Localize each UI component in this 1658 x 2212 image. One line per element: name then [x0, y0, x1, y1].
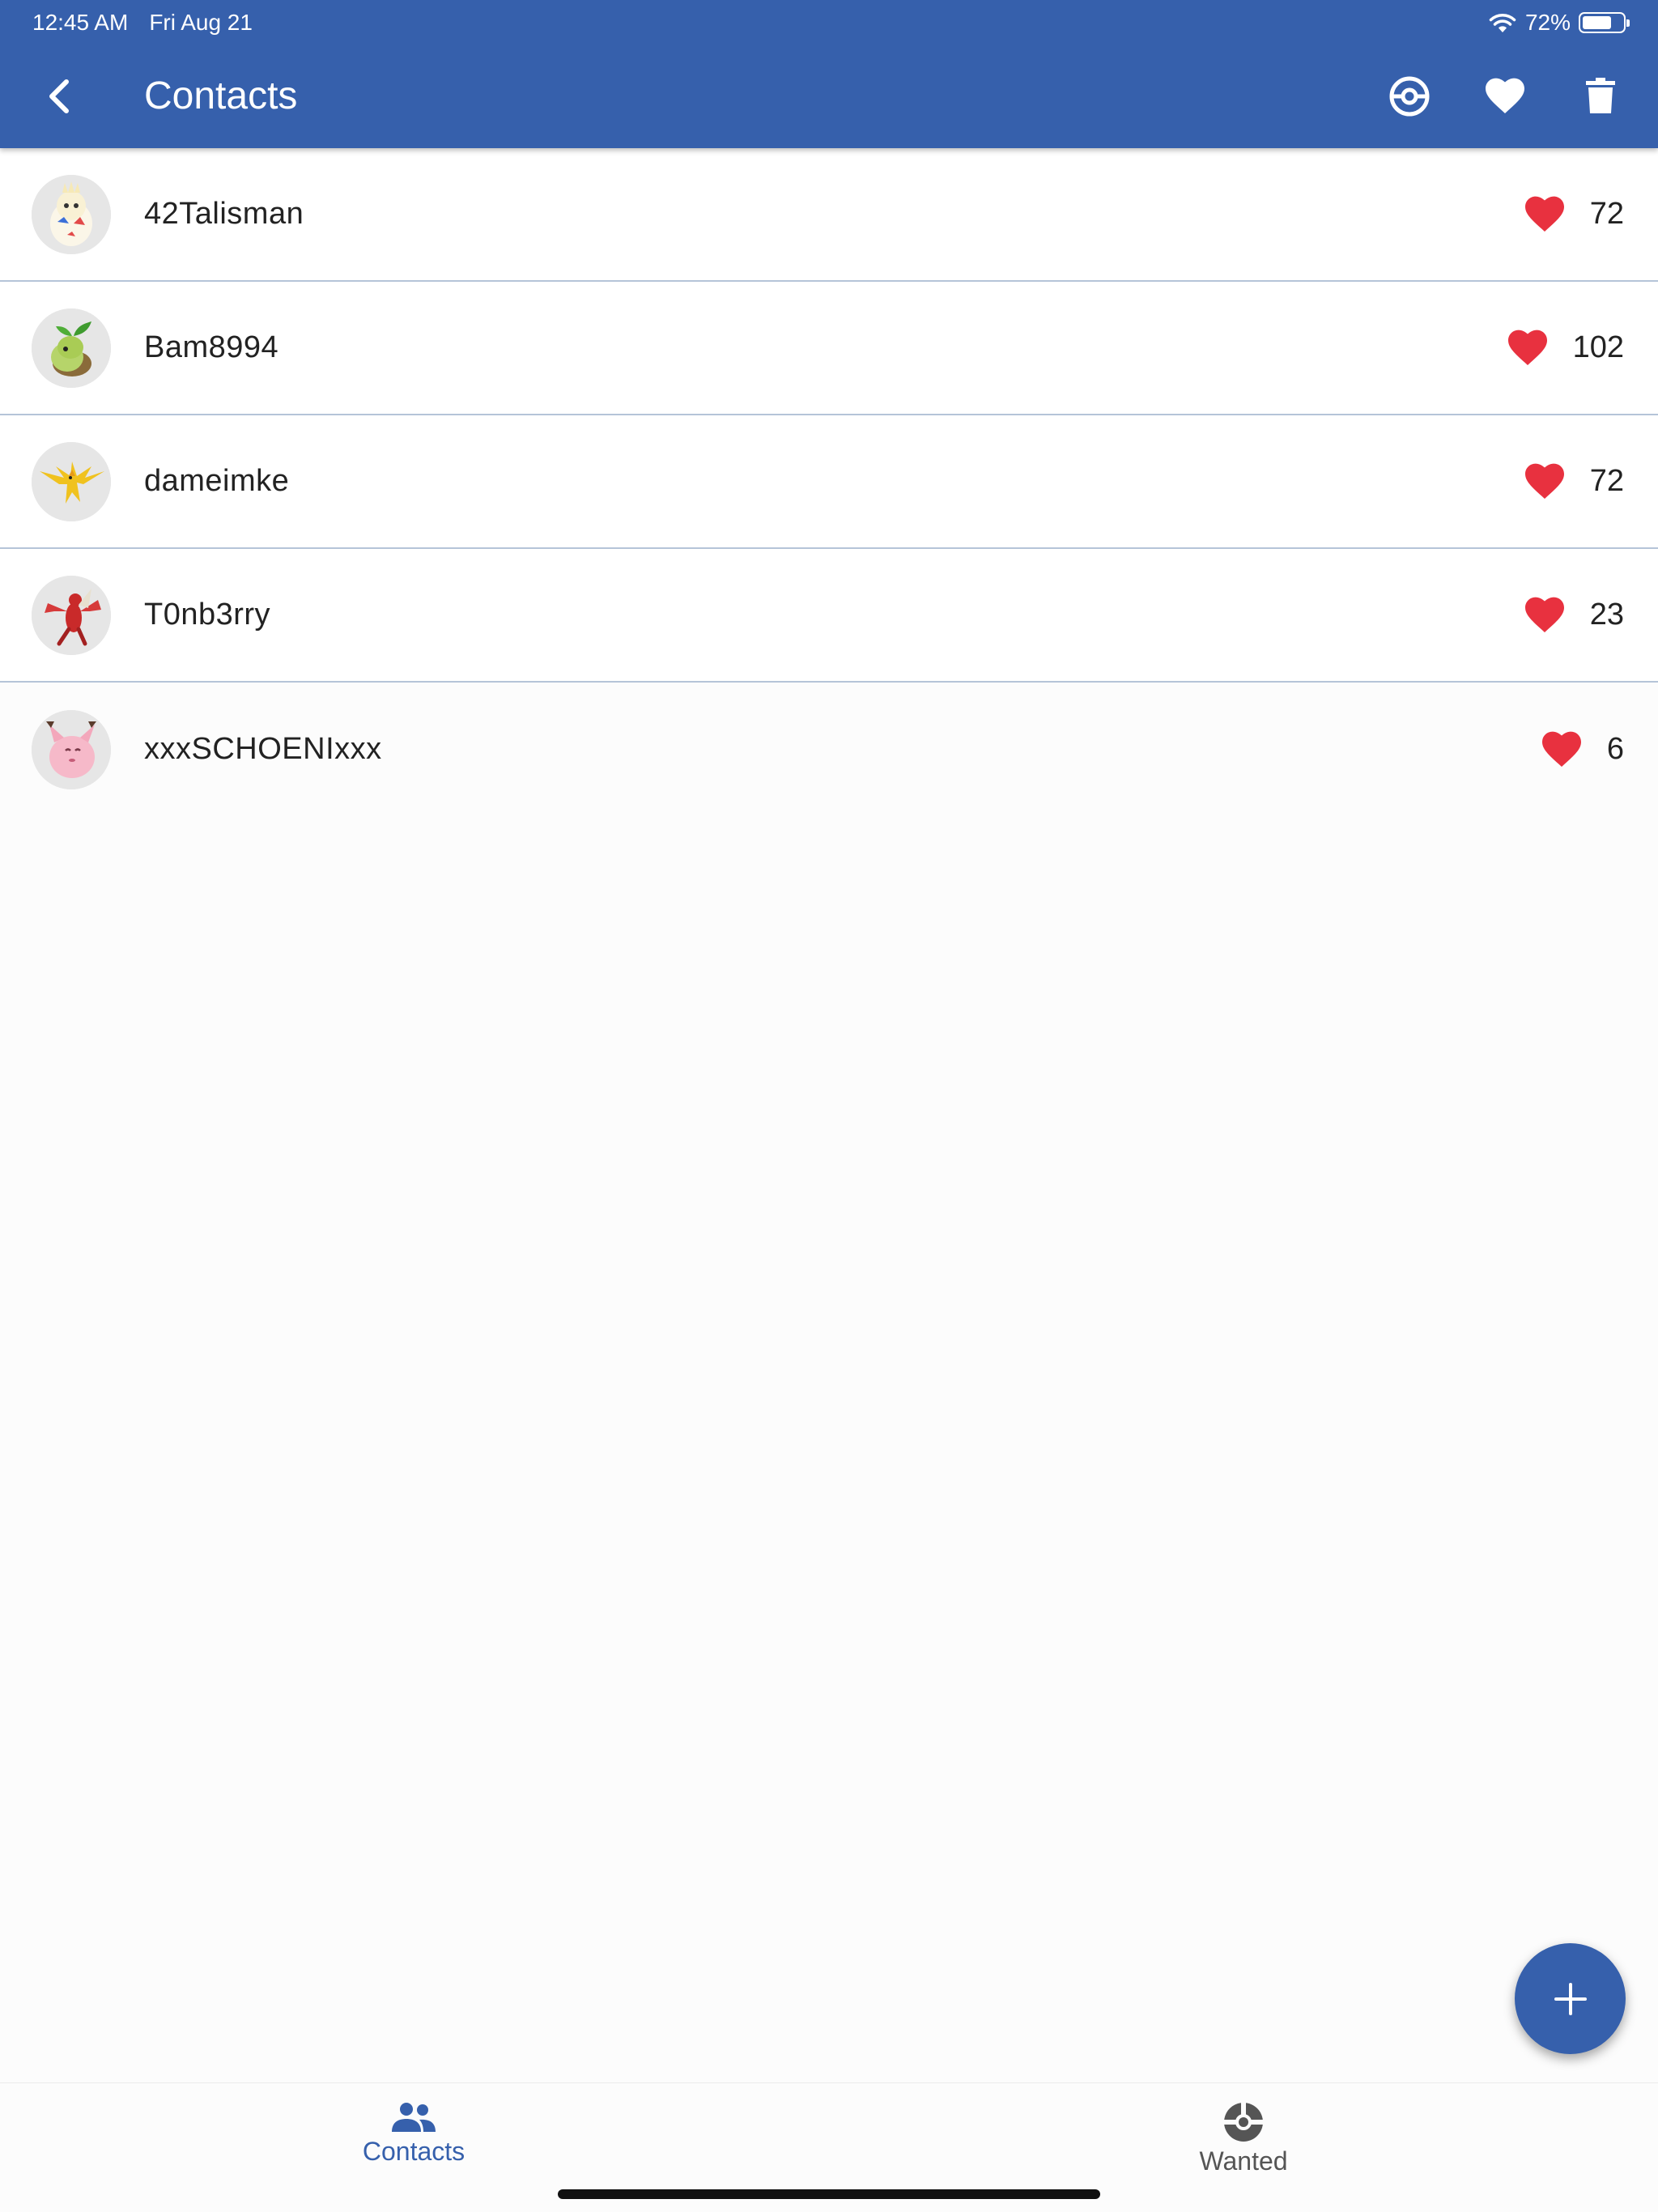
togepi-icon [32, 174, 111, 254]
heart-icon [1541, 731, 1581, 767]
heart-icon [1486, 78, 1524, 113]
battery-percent: 72% [1524, 10, 1571, 35]
back-button[interactable] [36, 73, 83, 120]
list-item[interactable]: T0nb3rry 23 [0, 549, 1658, 683]
like-count: 102 [1507, 330, 1624, 367]
nav-label-wanted: Wanted [1199, 2146, 1288, 2176]
home-indicator [558, 2189, 1100, 2199]
avatar [32, 441, 111, 521]
like-count: 72 [1524, 463, 1624, 500]
heart-icon [1524, 196, 1564, 232]
add-contact-button[interactable] [1515, 1943, 1626, 2054]
list-item[interactable]: Bam8994 102 [0, 282, 1658, 415]
nav-tab-contacts[interactable]: Contacts [292, 2101, 535, 2167]
heart-icon [1524, 463, 1564, 499]
people-icon [392, 2103, 436, 2132]
avatar [32, 575, 111, 655]
status-bar: 12:45 AM Fri Aug 21 72% [32, 6, 1630, 39]
status-date: Fri Aug 21 [149, 10, 253, 35]
contact-name: 42Talisman [144, 197, 304, 231]
pokeball-icon [1389, 76, 1430, 117]
like-count-value: 23 [1589, 598, 1624, 632]
plus-icon [1554, 1982, 1587, 2015]
zapdos-icon [32, 441, 111, 521]
pokeball-icon [1222, 2101, 1265, 2142]
app-bar: 12:45 AM Fri Aug 21 72% Contacts [0, 0, 1658, 148]
avatar [32, 709, 111, 789]
avatar [32, 308, 111, 388]
nav-label-contacts: Contacts [362, 2137, 466, 2166]
trash-icon [1586, 78, 1615, 113]
clefairy-icon [32, 709, 111, 789]
wifi-icon [1489, 14, 1516, 32]
pokeball-button[interactable] [1383, 70, 1436, 123]
nav-tab-wanted[interactable]: Wanted [1122, 2101, 1365, 2176]
page-title: Contacts [144, 74, 298, 117]
like-count: 72 [1524, 196, 1624, 233]
chevron-left-icon [49, 79, 69, 113]
battery-icon [1579, 12, 1630, 33]
delete-button[interactable] [1574, 70, 1627, 123]
toolbar: Contacts [0, 65, 1658, 128]
like-count-value: 72 [1589, 464, 1624, 498]
like-count-value: 6 [1606, 732, 1624, 766]
like-count: 6 [1541, 731, 1624, 768]
heart-icon [1507, 330, 1547, 365]
contacts-list: 42Talisman 72 Bam8994 102 dameimke 72 T0… [0, 148, 1658, 816]
contact-name: dameimke [144, 464, 290, 498]
favorites-button[interactable] [1478, 70, 1532, 123]
contact-name: Bam8994 [144, 330, 279, 364]
like-count-value: 72 [1589, 197, 1624, 231]
like-count: 23 [1524, 597, 1624, 634]
contact-name: xxxSCHOENIxxx [144, 732, 382, 766]
list-item[interactable]: dameimke 72 [0, 415, 1658, 549]
heart-icon [1524, 597, 1564, 632]
avatar [32, 174, 111, 254]
turtwig-icon [32, 308, 111, 388]
list-item[interactable]: xxxSCHOENIxxx 6 [0, 683, 1658, 816]
status-time: 12:45 AM [32, 10, 129, 35]
like-count-value: 102 [1572, 330, 1624, 364]
scizor-icon [32, 575, 111, 655]
contact-name: T0nb3rry [144, 598, 271, 632]
list-item[interactable]: 42Talisman 72 [0, 148, 1658, 282]
